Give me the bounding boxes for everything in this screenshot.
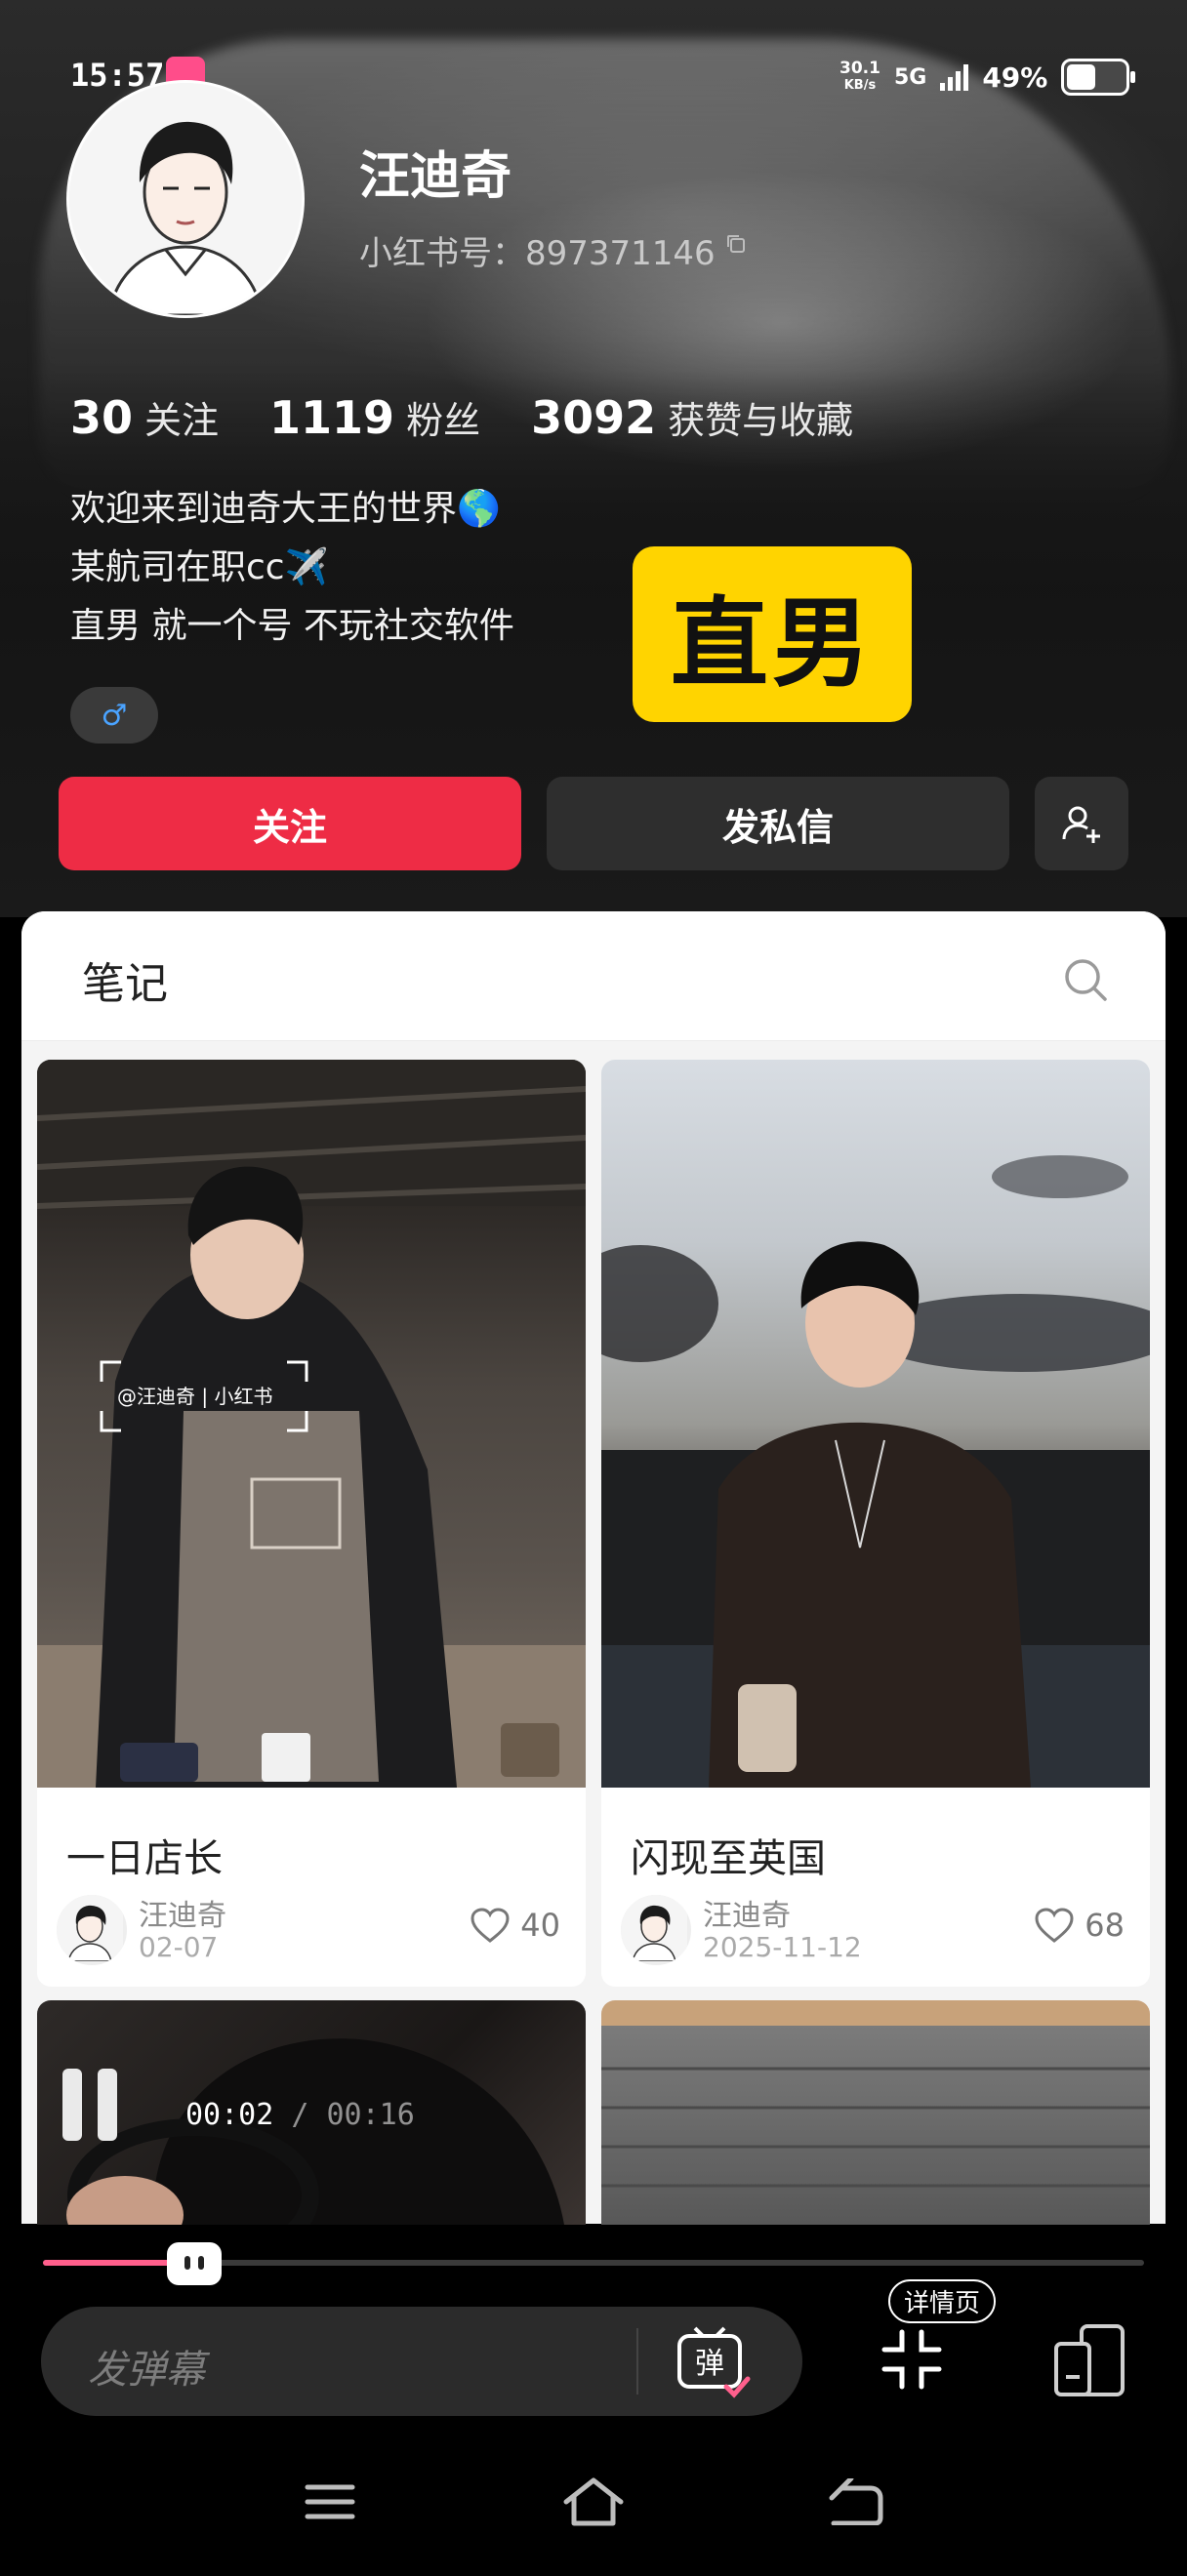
danmaku-divider bbox=[636, 2328, 638, 2395]
profile-name: 汪迪奇 bbox=[359, 147, 512, 206]
heart-icon bbox=[1035, 1908, 1074, 1943]
like-button[interactable]: 40 bbox=[470, 1907, 560, 1944]
sticker-label: 直男 bbox=[633, 546, 912, 722]
stat-followers[interactable]: 1119 粉丝 bbox=[269, 390, 480, 444]
note-title: 一日店长 bbox=[66, 1836, 223, 1881]
home-icon[interactable] bbox=[562, 2476, 625, 2527]
pause-button[interactable] bbox=[62, 2069, 121, 2141]
author-avatar bbox=[619, 1893, 693, 1967]
profile-stats: 30 关注 1119 粉丝 3092 获赞与收藏 bbox=[70, 390, 904, 444]
back-icon[interactable] bbox=[828, 2478, 884, 2525]
tab-notes[interactable]: 笔记 bbox=[82, 948, 168, 1011]
progress-fill bbox=[43, 2260, 181, 2266]
avatar-illustration bbox=[69, 83, 302, 315]
note-card-partial[interactable] bbox=[601, 2000, 1150, 2225]
note-cover-image bbox=[601, 1060, 1150, 1788]
pause-icon bbox=[62, 2069, 82, 2141]
stat-following[interactable]: 30 关注 bbox=[70, 390, 219, 444]
note-cover-image: @汪迪奇 | 小红书 bbox=[37, 1060, 586, 1788]
collapse-icon[interactable] bbox=[880, 2328, 943, 2391]
signal-icon bbox=[940, 63, 969, 91]
profile-avatar[interactable] bbox=[66, 80, 305, 318]
note-card[interactable]: 闪现至英国 汪迪奇 2025-11-12 68 bbox=[601, 1060, 1150, 1987]
battery-icon bbox=[1061, 59, 1136, 96]
stat-likes-collects[interactable]: 3092 获赞与收藏 bbox=[531, 390, 853, 444]
follow-button[interactable]: 关注 bbox=[59, 777, 521, 870]
network-type: 5G bbox=[893, 64, 927, 90]
like-button[interactable]: 68 bbox=[1034, 1907, 1125, 1944]
note-author: 汪迪奇 bbox=[139, 1899, 226, 1933]
danmaku-placeholder: 发弹幕 bbox=[88, 2348, 205, 2393]
bio-line-1: 欢迎来到迪奇大王的世界🌎 bbox=[70, 489, 501, 529]
danmaku-toggle-button[interactable]: 弹 bbox=[674, 2322, 752, 2400]
copy-icon[interactable] bbox=[724, 232, 748, 256]
network-speed: 30.1 KB/s bbox=[839, 59, 880, 93]
note-title: 闪现至英国 bbox=[631, 1836, 826, 1881]
message-button[interactable]: 发私信 bbox=[547, 777, 1009, 870]
like-count: 68 bbox=[1085, 1907, 1125, 1944]
menu-icon[interactable] bbox=[305, 2482, 355, 2521]
gender-tag: ♂ bbox=[70, 687, 158, 744]
status-indicators: 30.1 KB/s 5G 49% bbox=[839, 53, 1136, 101]
danmaku-icon: 弹 bbox=[677, 2326, 751, 2398]
svg-text:弹: 弹 bbox=[695, 2347, 724, 2381]
note-author: 汪迪奇 bbox=[703, 1899, 791, 1933]
watermark-text: @汪迪奇 | 小红书 bbox=[117, 1385, 272, 1408]
detail-page-label[interactable]: 详情页 bbox=[888, 2279, 997, 2323]
current-time: 00:02 bbox=[185, 2098, 274, 2132]
video-time: 00:02 / 00:16 bbox=[185, 2098, 415, 2132]
heart-icon bbox=[471, 1908, 510, 1943]
add-user-icon bbox=[1062, 806, 1100, 843]
search-icon[interactable] bbox=[1060, 954, 1111, 1005]
note-date: 2025-11-12 bbox=[703, 1931, 862, 1963]
notes-tab-bar bbox=[21, 911, 1166, 1041]
battery-percent: 49% bbox=[982, 60, 1048, 94]
note-date: 02-07 bbox=[139, 1931, 219, 1963]
bio-line-2: 某航司在职cc✈️ bbox=[70, 547, 329, 587]
profile-id: 小红书号：897371146 bbox=[359, 234, 716, 273]
progress-thumb[interactable] bbox=[167, 2242, 222, 2285]
add-friend-button[interactable] bbox=[1035, 777, 1128, 870]
note-card[interactable]: @汪迪奇 | 小红书 一日店长 汪迪奇 02-07 40 bbox=[37, 1060, 586, 1987]
like-count: 40 bbox=[520, 1907, 560, 1944]
bio-line-3: 直男 就一个号 不玩社交软件 bbox=[70, 606, 514, 646]
total-time: 00:16 bbox=[326, 2098, 415, 2132]
author-avatar bbox=[55, 1893, 129, 1967]
pip-icon[interactable] bbox=[1050, 2322, 1128, 2400]
male-icon: ♂ bbox=[101, 698, 128, 733]
